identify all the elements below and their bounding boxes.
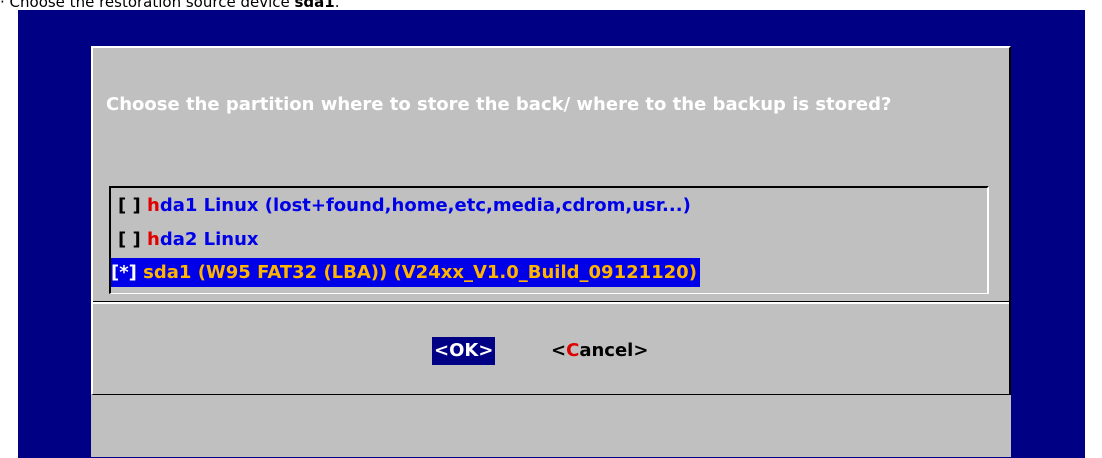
hotkey-letter: h bbox=[147, 229, 160, 250]
checkbox-mark[interactable]: [*] bbox=[111, 262, 137, 283]
instruction-caption: · Choose the restoration source device s… bbox=[0, 0, 340, 11]
partition-item-hda1[interactable]: [ ] hda1 Linux (lost+found,home,etc,medi… bbox=[118, 191, 691, 220]
ok-button[interactable]: <OK> bbox=[432, 337, 496, 365]
partition-item-hda2[interactable]: [ ] hda2 Linux bbox=[118, 225, 259, 254]
cancel-rest: ancel> bbox=[579, 340, 649, 361]
cancel-button[interactable]: <Cancel> bbox=[551, 337, 648, 365]
partition-label: sda1 (W95 FAT32 (LBA)) (V24xx_V1.0_Build… bbox=[143, 262, 697, 283]
checkbox-mark[interactable]: [ ] bbox=[118, 229, 141, 250]
partition-dialog: Choose the partition where to store the … bbox=[91, 46, 1011, 457]
partition-label: da1 Linux (lost+found,home,etc,media,cdr… bbox=[159, 195, 691, 216]
hotkey-letter: C bbox=[566, 340, 580, 361]
button-divider bbox=[93, 301, 1009, 304]
partition-label: da2 Linux bbox=[159, 229, 259, 250]
partition-item-sda1[interactable]: [*] sda1 (W95 FAT32 (LBA)) (V24xx_V1.0_B… bbox=[111, 258, 700, 287]
hotkey-letter: h bbox=[147, 195, 160, 216]
partition-list[interactable]: [ ] hda1 Linux (lost+found,home,etc,medi… bbox=[109, 186, 989, 294]
terminal-screen: Choose the partition where to store the … bbox=[18, 10, 1085, 458]
cancel-open: < bbox=[551, 340, 567, 361]
checkbox-mark[interactable]: [ ] bbox=[118, 195, 141, 216]
dialog-prompt: Choose the partition where to store the … bbox=[106, 94, 892, 115]
